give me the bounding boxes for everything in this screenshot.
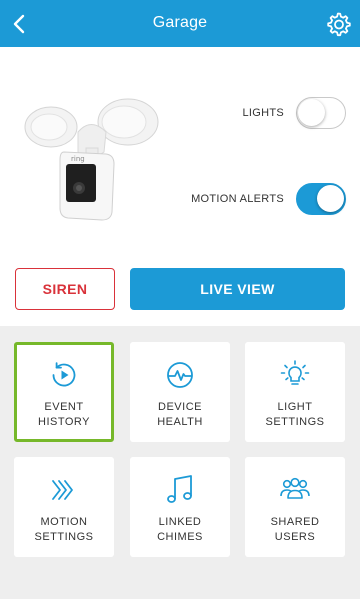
gear-icon (327, 12, 351, 37)
lights-row: LIGHTS (242, 96, 346, 130)
tile-label-line1: LINKED (158, 516, 202, 528)
tile-label-line2: USERS (274, 531, 316, 543)
device-image: ring (24, 98, 159, 221)
device-logo: ring (71, 155, 85, 163)
tile-label-line1: DEVICE (158, 401, 202, 413)
tile-label-line1: MOTION (40, 516, 88, 528)
tile-label-line1: LIGHT (277, 401, 313, 413)
motion-alerts-row: MOTION ALERTS (191, 182, 346, 216)
siren-button[interactable]: SIREN (15, 268, 115, 310)
tile-label-line1: EVENT (44, 401, 84, 413)
app-header: Garage (0, 0, 360, 47)
linked-chimes-icon (167, 475, 192, 503)
light-settings-icon (280, 360, 310, 385)
tile-label-line1: SHARED (270, 516, 320, 528)
tile-label-line2: SETTINGS (34, 531, 94, 543)
tile-label-line2: HEALTH (157, 416, 203, 428)
tile-motion-settings[interactable]: MOTION SETTINGS (14, 457, 114, 557)
tile-event-history[interactable]: EVENT HISTORY (14, 342, 114, 442)
feature-grid: EVENT HISTORY DEVICE HEALTH LIGHT SETTIN… (0, 326, 360, 599)
lights-toggle[interactable] (296, 97, 346, 129)
tile-shared-users[interactable]: SHARED USERS (245, 457, 345, 557)
tile-light-settings[interactable]: LIGHT SETTINGS (245, 342, 345, 442)
live-view-button[interactable]: LIVE VIEW (130, 268, 345, 310)
page-title: Garage (152, 14, 208, 31)
tile-label-line2: CHIMES (157, 531, 203, 543)
event-history-icon (52, 362, 76, 387)
motion-alerts-label: MOTION ALERTS (191, 193, 284, 205)
shared-users-icon (280, 477, 310, 499)
tile-linked-chimes[interactable]: LINKED CHIMES (130, 457, 230, 557)
lights-label: LIGHTS (242, 107, 284, 119)
settings-button[interactable] (322, 8, 354, 40)
toggle-knob (298, 99, 325, 126)
motion-alerts-toggle[interactable] (296, 183, 346, 215)
tile-device-health[interactable]: DEVICE HEALTH (130, 342, 230, 442)
toggle-knob (317, 185, 344, 212)
tile-label-line2: SETTINGS (265, 416, 325, 428)
tile-label-line2: HISTORY (38, 416, 90, 428)
motion-settings-icon (52, 480, 73, 500)
device-health-icon (167, 362, 193, 388)
